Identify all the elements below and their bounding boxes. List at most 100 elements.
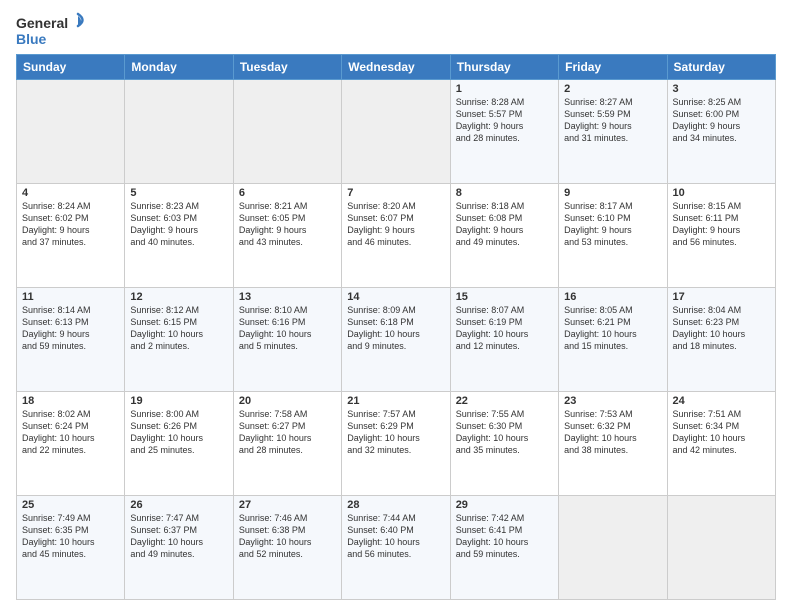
day-number: 26 [130, 499, 227, 511]
day-info: Sunrise: 7:49 AM Sunset: 6:35 PM Dayligh… [22, 512, 119, 561]
calendar-cell: 28Sunrise: 7:44 AM Sunset: 6:40 PM Dayli… [342, 496, 450, 600]
svg-text:Blue: Blue [16, 31, 47, 47]
calendar-cell: 6Sunrise: 8:21 AM Sunset: 6:05 PM Daylig… [233, 184, 341, 288]
calendar-cell: 4Sunrise: 8:24 AM Sunset: 6:02 PM Daylig… [17, 184, 125, 288]
calendar-cell: 3Sunrise: 8:25 AM Sunset: 6:00 PM Daylig… [667, 80, 775, 184]
calendar-cell: 26Sunrise: 7:47 AM Sunset: 6:37 PM Dayli… [125, 496, 233, 600]
day-info: Sunrise: 8:27 AM Sunset: 5:59 PM Dayligh… [564, 96, 661, 145]
day-info: Sunrise: 8:02 AM Sunset: 6:24 PM Dayligh… [22, 408, 119, 457]
day-number: 3 [673, 83, 770, 95]
day-number: 7 [347, 187, 444, 199]
day-number: 22 [456, 395, 553, 407]
calendar-cell: 15Sunrise: 8:07 AM Sunset: 6:19 PM Dayli… [450, 288, 558, 392]
day-number: 24 [673, 395, 770, 407]
day-info: Sunrise: 7:58 AM Sunset: 6:27 PM Dayligh… [239, 408, 336, 457]
day-info: Sunrise: 8:04 AM Sunset: 6:23 PM Dayligh… [673, 304, 770, 353]
calendar-cell: 8Sunrise: 8:18 AM Sunset: 6:08 PM Daylig… [450, 184, 558, 288]
logo: General Blue [16, 12, 86, 48]
calendar-cell: 5Sunrise: 8:23 AM Sunset: 6:03 PM Daylig… [125, 184, 233, 288]
weekday-header-saturday: Saturday [667, 55, 775, 80]
calendar-cell: 9Sunrise: 8:17 AM Sunset: 6:10 PM Daylig… [559, 184, 667, 288]
day-number: 25 [22, 499, 119, 511]
day-info: Sunrise: 8:09 AM Sunset: 6:18 PM Dayligh… [347, 304, 444, 353]
calendar-cell: 2Sunrise: 8:27 AM Sunset: 5:59 PM Daylig… [559, 80, 667, 184]
day-number: 10 [673, 187, 770, 199]
calendar-cell: 21Sunrise: 7:57 AM Sunset: 6:29 PM Dayli… [342, 392, 450, 496]
day-info: Sunrise: 8:25 AM Sunset: 6:00 PM Dayligh… [673, 96, 770, 145]
page: General Blue SundayMondayTuesdayWednesda… [0, 0, 792, 612]
day-number: 20 [239, 395, 336, 407]
weekday-header-row: SundayMondayTuesdayWednesdayThursdayFrid… [17, 55, 776, 80]
day-info: Sunrise: 8:05 AM Sunset: 6:21 PM Dayligh… [564, 304, 661, 353]
day-number: 27 [239, 499, 336, 511]
calendar-cell: 19Sunrise: 8:00 AM Sunset: 6:26 PM Dayli… [125, 392, 233, 496]
calendar-week-2: 4Sunrise: 8:24 AM Sunset: 6:02 PM Daylig… [17, 184, 776, 288]
weekday-header-tuesday: Tuesday [233, 55, 341, 80]
day-number: 18 [22, 395, 119, 407]
calendar-cell [342, 80, 450, 184]
calendar-week-4: 18Sunrise: 8:02 AM Sunset: 6:24 PM Dayli… [17, 392, 776, 496]
day-info: Sunrise: 7:46 AM Sunset: 6:38 PM Dayligh… [239, 512, 336, 561]
day-info: Sunrise: 7:51 AM Sunset: 6:34 PM Dayligh… [673, 408, 770, 457]
calendar-cell [559, 496, 667, 600]
day-info: Sunrise: 7:53 AM Sunset: 6:32 PM Dayligh… [564, 408, 661, 457]
day-info: Sunrise: 8:23 AM Sunset: 6:03 PM Dayligh… [130, 200, 227, 249]
day-info: Sunrise: 8:28 AM Sunset: 5:57 PM Dayligh… [456, 96, 553, 145]
day-info: Sunrise: 8:10 AM Sunset: 6:16 PM Dayligh… [239, 304, 336, 353]
day-number: 13 [239, 291, 336, 303]
calendar-cell: 18Sunrise: 8:02 AM Sunset: 6:24 PM Dayli… [17, 392, 125, 496]
day-number: 16 [564, 291, 661, 303]
day-info: Sunrise: 8:24 AM Sunset: 6:02 PM Dayligh… [22, 200, 119, 249]
calendar-week-1: 1Sunrise: 8:28 AM Sunset: 5:57 PM Daylig… [17, 80, 776, 184]
calendar-cell: 23Sunrise: 7:53 AM Sunset: 6:32 PM Dayli… [559, 392, 667, 496]
logo-svg: General Blue [16, 12, 86, 48]
header: General Blue [16, 12, 776, 48]
calendar-week-5: 25Sunrise: 7:49 AM Sunset: 6:35 PM Dayli… [17, 496, 776, 600]
day-number: 2 [564, 83, 661, 95]
day-number: 4 [22, 187, 119, 199]
calendar-cell: 22Sunrise: 7:55 AM Sunset: 6:30 PM Dayli… [450, 392, 558, 496]
calendar-table: SundayMondayTuesdayWednesdayThursdayFrid… [16, 54, 776, 600]
day-number: 5 [130, 187, 227, 199]
calendar-cell [17, 80, 125, 184]
weekday-header-friday: Friday [559, 55, 667, 80]
weekday-header-sunday: Sunday [17, 55, 125, 80]
day-info: Sunrise: 8:20 AM Sunset: 6:07 PM Dayligh… [347, 200, 444, 249]
day-info: Sunrise: 8:00 AM Sunset: 6:26 PM Dayligh… [130, 408, 227, 457]
day-info: Sunrise: 8:21 AM Sunset: 6:05 PM Dayligh… [239, 200, 336, 249]
svg-text:General: General [16, 15, 68, 31]
day-number: 19 [130, 395, 227, 407]
calendar-cell [667, 496, 775, 600]
day-info: Sunrise: 8:07 AM Sunset: 6:19 PM Dayligh… [456, 304, 553, 353]
day-info: Sunrise: 8:18 AM Sunset: 6:08 PM Dayligh… [456, 200, 553, 249]
day-number: 28 [347, 499, 444, 511]
day-info: Sunrise: 7:42 AM Sunset: 6:41 PM Dayligh… [456, 512, 553, 561]
calendar-week-3: 11Sunrise: 8:14 AM Sunset: 6:13 PM Dayli… [17, 288, 776, 392]
calendar-cell: 29Sunrise: 7:42 AM Sunset: 6:41 PM Dayli… [450, 496, 558, 600]
day-number: 14 [347, 291, 444, 303]
calendar-cell: 12Sunrise: 8:12 AM Sunset: 6:15 PM Dayli… [125, 288, 233, 392]
calendar-cell: 10Sunrise: 8:15 AM Sunset: 6:11 PM Dayli… [667, 184, 775, 288]
day-info: Sunrise: 8:12 AM Sunset: 6:15 PM Dayligh… [130, 304, 227, 353]
calendar-cell: 27Sunrise: 7:46 AM Sunset: 6:38 PM Dayli… [233, 496, 341, 600]
day-number: 21 [347, 395, 444, 407]
day-info: Sunrise: 7:47 AM Sunset: 6:37 PM Dayligh… [130, 512, 227, 561]
day-number: 12 [130, 291, 227, 303]
calendar-cell: 7Sunrise: 8:20 AM Sunset: 6:07 PM Daylig… [342, 184, 450, 288]
day-number: 11 [22, 291, 119, 303]
day-number: 9 [564, 187, 661, 199]
day-info: Sunrise: 8:14 AM Sunset: 6:13 PM Dayligh… [22, 304, 119, 353]
calendar-cell: 14Sunrise: 8:09 AM Sunset: 6:18 PM Dayli… [342, 288, 450, 392]
calendar-cell: 13Sunrise: 8:10 AM Sunset: 6:16 PM Dayli… [233, 288, 341, 392]
calendar-cell: 24Sunrise: 7:51 AM Sunset: 6:34 PM Dayli… [667, 392, 775, 496]
calendar-cell: 17Sunrise: 8:04 AM Sunset: 6:23 PM Dayli… [667, 288, 775, 392]
weekday-header-thursday: Thursday [450, 55, 558, 80]
day-number: 29 [456, 499, 553, 511]
calendar-cell: 11Sunrise: 8:14 AM Sunset: 6:13 PM Dayli… [17, 288, 125, 392]
day-number: 8 [456, 187, 553, 199]
calendar-cell: 16Sunrise: 8:05 AM Sunset: 6:21 PM Dayli… [559, 288, 667, 392]
day-info: Sunrise: 7:57 AM Sunset: 6:29 PM Dayligh… [347, 408, 444, 457]
calendar-cell: 20Sunrise: 7:58 AM Sunset: 6:27 PM Dayli… [233, 392, 341, 496]
calendar-cell: 1Sunrise: 8:28 AM Sunset: 5:57 PM Daylig… [450, 80, 558, 184]
day-info: Sunrise: 8:15 AM Sunset: 6:11 PM Dayligh… [673, 200, 770, 249]
